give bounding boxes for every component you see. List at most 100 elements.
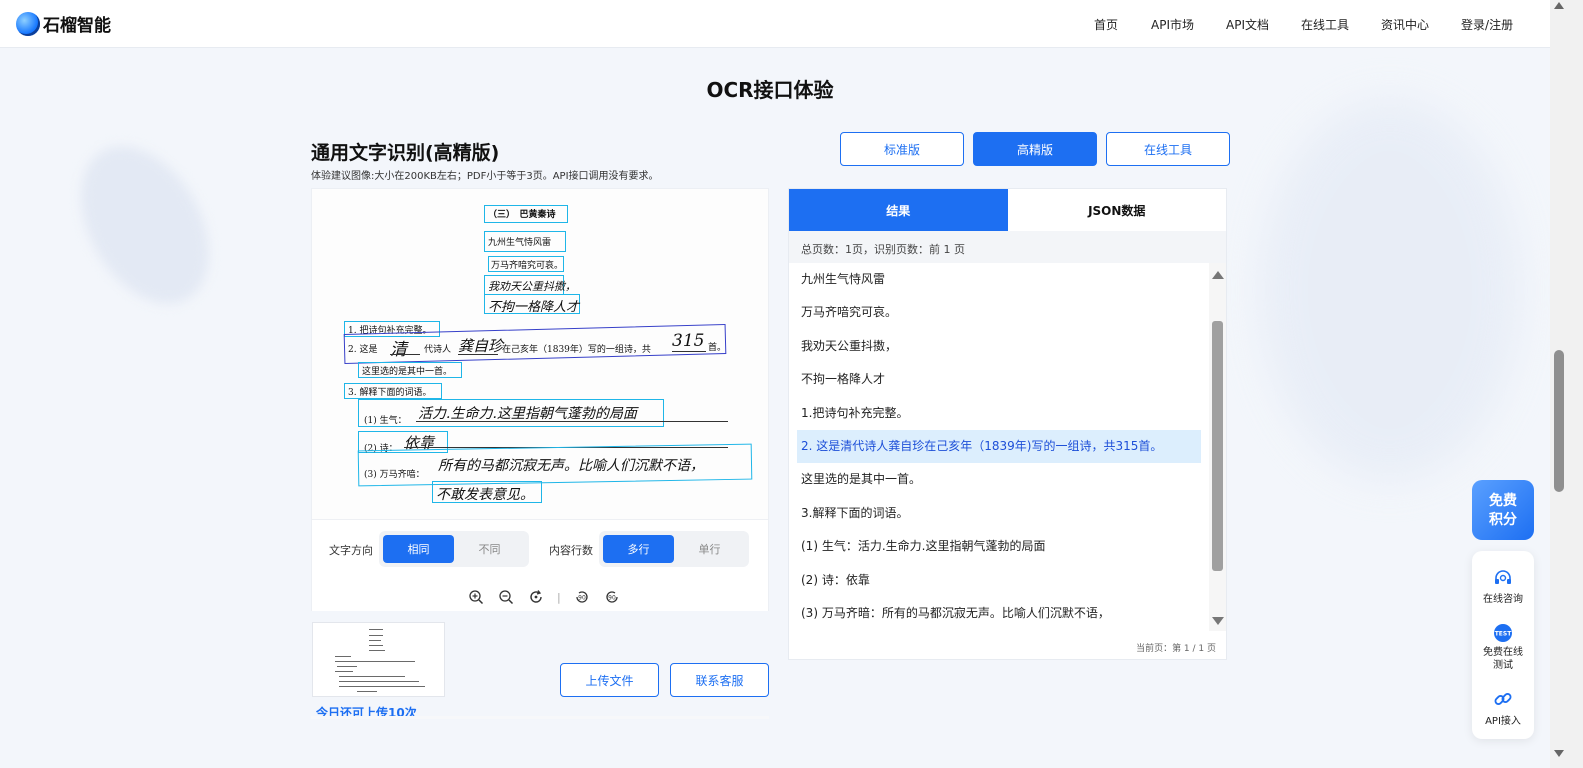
link-icon bbox=[1472, 689, 1534, 709]
document-image: （三） 巴黄秦诗 九州生气恃风雷 万马齐喑究可哀。 我劝天公重抖擞， 不拘一格降… bbox=[312, 189, 768, 519]
fill-line bbox=[416, 421, 728, 422]
multi-line-option[interactable]: 多行 bbox=[603, 535, 674, 563]
uploaded-image-thumbnail[interactable] bbox=[312, 622, 445, 697]
zoom-in-icon[interactable] bbox=[467, 588, 485, 606]
contact-support-button[interactable]: 联系客服 bbox=[670, 663, 769, 697]
direction-different-option[interactable]: 不同 bbox=[454, 535, 525, 563]
svg-text:90: 90 bbox=[608, 595, 616, 602]
text-direction-toggle: 相同 不同 bbox=[379, 531, 529, 567]
online-consult-button[interactable]: 在线咨询 bbox=[1472, 569, 1534, 605]
result-line[interactable]: 3.解释下面的词语。 bbox=[789, 497, 1209, 530]
scroll-up-icon[interactable] bbox=[1554, 2, 1564, 9]
page-indicator: 当前页：第 1 / 1 页 bbox=[1136, 644, 1216, 654]
doc-line: (3) 万马齐喑： bbox=[364, 470, 425, 480]
brand-name: 石榴智能 bbox=[43, 16, 111, 36]
result-line[interactable]: 九州生气恃风雷 bbox=[789, 263, 1209, 296]
doc-line: 这里选的是其中一首。 bbox=[362, 367, 453, 377]
scroll-down-icon[interactable] bbox=[1212, 617, 1224, 625]
doc-handwriting: 活力.生命力.这里指朝气蓬勃的局面 bbox=[418, 406, 637, 422]
page-scrollbar[interactable] bbox=[1550, 0, 1583, 768]
doc-line: 在己亥年（1839年）写的一组诗，共 bbox=[502, 345, 651, 355]
result-panel: 结果 JSON数据 总页数：1页，识别页数：前 1 页 九州生气恃风雷 万马齐喑… bbox=[788, 188, 1227, 660]
scrollbar-thumb[interactable] bbox=[1212, 321, 1223, 571]
main-nav: 首页 API市场 API文档 在线工具 资讯中心 登录/注册 bbox=[1080, 16, 1513, 33]
doc-line: 九州生气恃风雷 bbox=[488, 238, 552, 248]
doc-line: 2. 这是 bbox=[348, 345, 378, 355]
online-tools-button[interactable]: 在线工具 bbox=[1106, 132, 1230, 166]
result-line[interactable]: (2) 诗：依靠 bbox=[789, 564, 1209, 597]
doc-line: 首。 bbox=[708, 343, 727, 353]
free-points-label: 积分 bbox=[1489, 512, 1517, 528]
logo-icon bbox=[16, 11, 40, 36]
nav-home[interactable]: 首页 bbox=[1094, 16, 1118, 33]
result-line[interactable]: (3) 万马齐暗：所有的马都沉寂无声。比喻人们沉默不语， bbox=[789, 597, 1209, 630]
section-subtitle: 体验建议图像:大小在200KB左右；PDF小于等于3页。API接口调用没有要求。 bbox=[311, 171, 659, 182]
doc-line: 不拘一格降人才 bbox=[488, 300, 580, 315]
test-badge-icon: TEST bbox=[1472, 623, 1534, 643]
upload-file-button[interactable]: 上传文件 bbox=[560, 663, 659, 697]
doc-handwriting: 不敢发表意见。 bbox=[436, 487, 534, 503]
nav-news[interactable]: 资讯中心 bbox=[1381, 16, 1429, 33]
panel-bottom-strip bbox=[311, 716, 769, 719]
version-switcher: 标准版 高精版 在线工具 bbox=[840, 132, 1230, 166]
zoom-out-icon[interactable] bbox=[497, 588, 515, 606]
reset-icon[interactable] bbox=[527, 588, 545, 606]
result-summary: 总页数：1页，识别页数：前 1 页 bbox=[789, 231, 1226, 263]
top-navbar: 石榴智能 首页 API市场 API文档 在线工具 资讯中心 登录/注册 bbox=[0, 0, 1550, 48]
doc-handwriting: 清 bbox=[390, 340, 407, 360]
nav-api-market[interactable]: API市场 bbox=[1151, 16, 1194, 33]
result-line[interactable]: 万马齐喑究可哀。 bbox=[789, 296, 1209, 329]
scrollbar-thumb[interactable] bbox=[1554, 350, 1564, 492]
free-points-button[interactable]: 免费 积分 bbox=[1472, 480, 1534, 540]
result-line-highlighted[interactable]: 2. 这是清代诗人龚自珍在己亥年（1839年)写的一组诗，共315首。 bbox=[797, 429, 1201, 464]
result-tabs: 结果 JSON数据 bbox=[789, 189, 1226, 231]
result-text-list: 九州生气恃风雷 万马齐喑究可哀。 我劝天公重抖擞， 不拘一格降人才 1.把诗句补… bbox=[789, 263, 1209, 631]
doc-handwriting: 龚自珍 bbox=[458, 337, 504, 355]
standard-version-button[interactable]: 标准版 bbox=[840, 132, 964, 166]
brand-logo[interactable]: 石榴智能 bbox=[16, 11, 111, 36]
doc-line: 代诗人 bbox=[424, 345, 452, 355]
floating-service-panel: 在线咨询 TEST 免费在线测试 API接入 bbox=[1472, 551, 1534, 739]
single-line-option[interactable]: 单行 bbox=[674, 535, 745, 563]
direction-same-option[interactable]: 相同 bbox=[383, 535, 454, 563]
scroll-down-icon[interactable] bbox=[1554, 750, 1564, 757]
recognition-options: 文字方向 相同 不同 内容行数 多行 单行 | 90 90 bbox=[312, 519, 768, 611]
doc-line: 万马齐喑究可哀。 bbox=[491, 261, 564, 271]
nav-api-docs[interactable]: API文档 bbox=[1226, 16, 1269, 33]
free-test-label: 免费在线测试 bbox=[1483, 647, 1523, 671]
tab-json-data[interactable]: JSON数据 bbox=[1007, 189, 1226, 231]
free-points-label: 免费 bbox=[1489, 493, 1517, 509]
svg-text:TEST: TEST bbox=[1495, 631, 1513, 638]
rotate-left-90-icon[interactable]: 90 bbox=[573, 588, 591, 606]
nav-online-tools[interactable]: 在线工具 bbox=[1301, 16, 1349, 33]
free-test-button[interactable]: TEST 免费在线测试 bbox=[1472, 623, 1534, 672]
section-title: 通用文字识别(高精版) bbox=[311, 142, 500, 164]
fill-line bbox=[390, 354, 420, 355]
rotate-right-90-icon[interactable]: 90 bbox=[603, 588, 621, 606]
result-line[interactable]: 我劝天公重抖擞， bbox=[789, 330, 1209, 363]
toolbar-separator: | bbox=[557, 590, 561, 604]
api-access-button[interactable]: API接入 bbox=[1472, 689, 1534, 727]
doc-line: （三） 巴黄秦诗 bbox=[488, 210, 556, 220]
result-line[interactable]: (1) 生气：活力.生命力.这里指朝气蓬勃的局面 bbox=[789, 530, 1209, 563]
fill-line bbox=[672, 351, 706, 352]
result-scrollbar[interactable] bbox=[1209, 263, 1226, 631]
high-precision-version-button[interactable]: 高精版 bbox=[973, 132, 1097, 166]
svg-text:90: 90 bbox=[578, 595, 586, 602]
text-direction-label: 文字方向 bbox=[329, 544, 373, 557]
fill-line bbox=[458, 354, 498, 355]
doc-line: 我劝天公重抖擞， bbox=[488, 280, 576, 293]
background-decoration bbox=[54, 123, 236, 327]
headset-icon bbox=[1472, 569, 1534, 587]
nav-login-register[interactable]: 登录/注册 bbox=[1461, 16, 1513, 33]
result-line[interactable]: 不拘一格降人才 bbox=[789, 363, 1209, 396]
scroll-up-icon[interactable] bbox=[1212, 271, 1224, 279]
line-mode-label: 内容行数 bbox=[549, 544, 593, 557]
doc-line: (1) 生气： bbox=[364, 416, 407, 426]
tab-result[interactable]: 结果 bbox=[789, 189, 1008, 231]
online-consult-label: 在线咨询 bbox=[1483, 594, 1523, 605]
result-line[interactable]: 1.把诗句补充完整。 bbox=[789, 397, 1209, 430]
page-title: OCR接口体验 bbox=[706, 78, 834, 102]
api-access-label: API接入 bbox=[1485, 716, 1521, 727]
result-line[interactable]: 这里选的是其中一首。 bbox=[789, 463, 1209, 496]
